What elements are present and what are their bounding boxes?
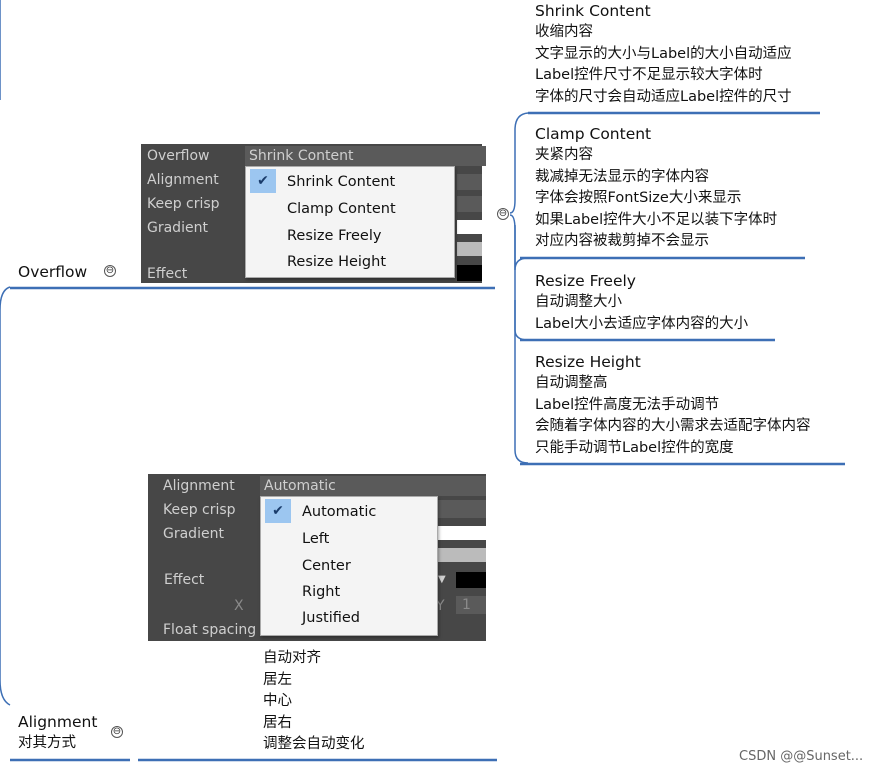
field-effect-color [457, 265, 482, 281]
child-line: Label大小去适应字体内容的大小 [535, 315, 749, 332]
alignment-line: 居右 [263, 714, 292, 731]
alignment-line: 自动对齐 [263, 650, 321, 666]
field-keep-crisp [457, 196, 482, 212]
row-gradient: Gradient [147, 220, 208, 236]
row-alignment: Alignment [163, 478, 235, 494]
field-y-value: 1 [456, 596, 486, 614]
row-float-spacing: Float spacing [163, 622, 257, 638]
child-line: Label控件高度无法手动调节 [535, 396, 720, 413]
watermark: CSDN @@Sunset... [739, 749, 864, 764]
option-clamp-content[interactable]: Clamp Content [246, 196, 454, 222]
option-resize-freely[interactable]: Resize Freely [246, 223, 454, 249]
child-title: Resize Height [535, 353, 641, 371]
child-line: Label控件尺寸不足显示较大字体时 [535, 67, 763, 83]
child-resize-height: Resize Height 自动调整高 Label控件高度无法手动调节 会随着字… [535, 351, 811, 459]
field-gradient-top [438, 526, 486, 540]
option-center[interactable]: Center [261, 553, 437, 579]
row-keep-crisp: Keep crisp [147, 196, 220, 212]
alignment-line: 调整会自动变化 [263, 736, 365, 752]
option-right[interactable]: Right [261, 579, 437, 605]
alignment-inspector-screenshot: Alignment Keep crisp Gradient Effect X F… [148, 474, 486, 641]
row-overflow: Overflow [147, 148, 210, 164]
child-title: Shrink Content [535, 2, 651, 20]
option-shrink-content[interactable]: Shrink Content [246, 169, 454, 195]
child-line: 如果Label控件大小不足以装下字体时 [535, 211, 778, 228]
field-keep-crisp [438, 500, 486, 518]
child-line: 裁减掉无法显示的字体内容 [535, 168, 709, 185]
field-effect-color [456, 572, 486, 588]
alignment-collapse-toggle[interactable]: ⊖ [111, 726, 123, 738]
overflow-inspector-screenshot: Overflow Alignment Keep crisp Gradient E… [141, 144, 486, 283]
child-line: 会随着字体内容的大小需求去适配字体内容 [535, 418, 811, 434]
option-resize-height[interactable]: Resize Height [246, 249, 454, 275]
row-effect: Effect [164, 572, 205, 588]
alignment-dropdown-menu: ✔ Automatic Left Center Right Justified [260, 496, 438, 636]
child-clamp-content: Clamp Content 夹紧内容 裁减掉无法显示的字体内容 字体会按照Fon… [535, 123, 777, 253]
field-gradient-top [457, 220, 482, 234]
row-x: X [234, 598, 244, 614]
alignment-description: 自动对齐 居左 中心 居右 调整会自动变化 [263, 648, 365, 756]
option-automatic[interactable]: Automatic [261, 499, 437, 525]
row-effect: Effect [147, 266, 188, 282]
child-line: 字体会按照FontSize大小来显示 [535, 190, 742, 206]
child-line: 字体的尺寸会自动适应Label控件的尺寸 [535, 88, 792, 105]
overflow-node-label: Overflow [18, 263, 88, 281]
child-title: Clamp Content [535, 125, 652, 143]
child-line: 夹紧内容 [535, 147, 593, 163]
alignment-node-label: Alignment [18, 713, 98, 731]
child-line: 自动调整高 [535, 375, 608, 391]
field-gradient-bottom [438, 548, 486, 562]
alignment-select[interactable]: Automatic [260, 476, 486, 496]
child-line: 只能手动调节Label控件的宽度 [535, 439, 734, 456]
child-shrink-content: Shrink Content 收缩内容 文字显示的大小与Label的大小自动适应… [535, 0, 792, 108]
child-line: 自动调整大小 [535, 294, 622, 310]
row-alignment: Alignment [147, 172, 219, 188]
option-left[interactable]: Left [261, 526, 437, 552]
row-keep-crisp: Keep crisp [163, 502, 236, 518]
option-justified[interactable]: Justified [261, 605, 437, 631]
alignment-line: 居左 [263, 671, 292, 688]
child-line: 对应内容被裁剪掉不会显示 [535, 233, 709, 249]
child-line: 收缩内容 [535, 24, 593, 40]
field-alignment [457, 174, 482, 190]
row-gradient: Gradient [163, 526, 224, 542]
child-resize-freely: Resize Freely 自动调整大小 Label大小去适应字体内容的大小 [535, 270, 748, 335]
overflow-dropdown-menu: ✔ Shrink Content Clamp Content Resize Fr… [245, 166, 455, 278]
effect-dropdown-arrow-icon: ▼ [438, 574, 446, 585]
field-gradient-bottom [457, 242, 482, 256]
overflow-collapse-toggle[interactable]: ⊖ [104, 265, 116, 277]
alignment-node-sublabel: 对其方式 [18, 735, 76, 751]
overflow-select[interactable]: Shrink Content [245, 146, 486, 166]
child-line: 文字显示的大小与Label的大小自动适应 [535, 45, 792, 62]
child-title: Resize Freely [535, 272, 636, 290]
overflow-children-toggle[interactable]: ⊖ [497, 208, 509, 220]
alignment-line: 中心 [263, 693, 292, 709]
